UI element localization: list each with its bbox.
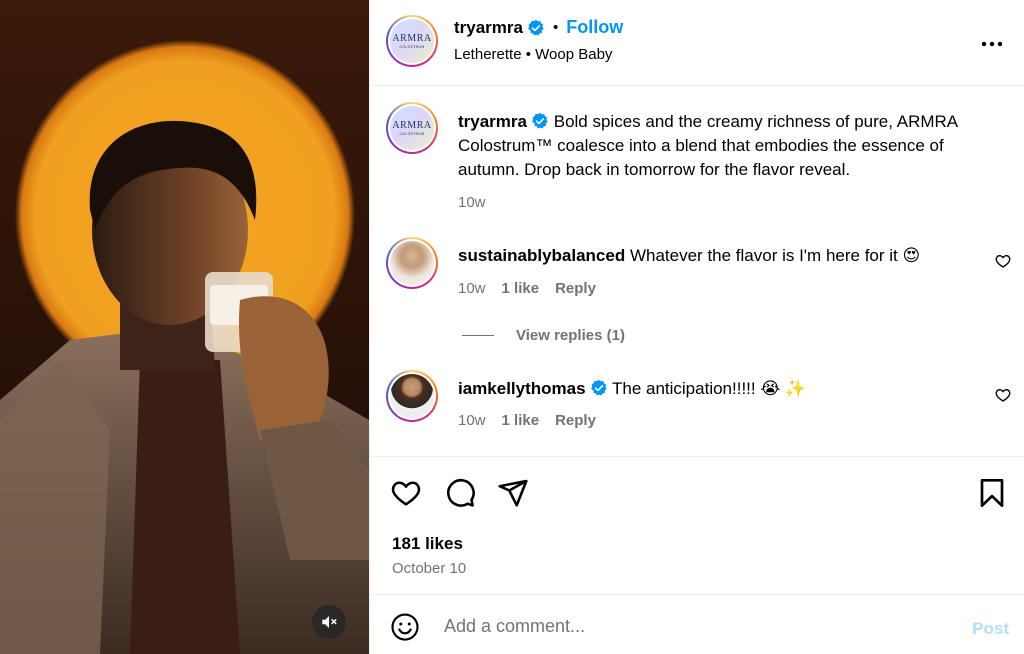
view-replies-line xyxy=(462,335,494,336)
like-count[interactable]: 181 likes xyxy=(392,534,463,554)
save-button[interactable] xyxy=(976,477,1008,513)
comment-text: Whatever the flavor is I'm here for it 😍 xyxy=(629,246,921,265)
comment-username[interactable]: sustainablybalanced xyxy=(458,246,625,265)
save-icon xyxy=(980,479,1004,507)
header-separator: • xyxy=(553,19,559,36)
emoji-button[interactable] xyxy=(390,612,420,646)
like-comment-button[interactable] xyxy=(995,387,1011,407)
caption-username[interactable]: tryarmra xyxy=(458,112,527,131)
verified-badge-icon xyxy=(532,112,548,129)
share-icon xyxy=(498,479,528,507)
post-comment-button[interactable]: Post xyxy=(972,619,1009,639)
comment-age[interactable]: 10w xyxy=(458,412,486,429)
post-date[interactable]: October 10 xyxy=(392,560,466,577)
post-header: ARMRA COLOSTRUM tryarmra • Follow Lether… xyxy=(370,0,1024,86)
avatar-logo-subtext: COLOSTRUM xyxy=(399,44,425,49)
commenter-avatar[interactable] xyxy=(386,237,438,289)
comment-reply-button[interactable]: Reply xyxy=(555,280,596,297)
like-button[interactable] xyxy=(390,477,422,513)
comment-icon xyxy=(447,479,475,507)
post-dialog: ARMRA COLOSTRUM tryarmra • Follow Lether… xyxy=(0,0,1024,654)
share-button[interactable] xyxy=(497,477,529,513)
comment-likes[interactable]: 1 like xyxy=(502,412,540,429)
verified-badge-icon xyxy=(590,379,607,396)
comment-username[interactable]: iamkellythomas xyxy=(458,379,586,398)
comment-input[interactable] xyxy=(444,613,944,639)
comment-button[interactable] xyxy=(444,477,476,513)
comment-age[interactable]: 10w xyxy=(458,280,486,297)
avatar-logo-text: ARMRA xyxy=(392,32,432,44)
person-drinking-image xyxy=(0,120,369,654)
mute-icon xyxy=(322,616,337,628)
commenter-avatar[interactable] xyxy=(386,370,438,422)
comment-likes[interactable]: 1 like xyxy=(502,280,540,297)
caption-meta: 10w xyxy=(458,194,486,211)
comment-meta: 10w 1 like Reply xyxy=(458,412,596,429)
author-avatar[interactable]: ARMRA COLOSTRUM xyxy=(386,15,438,67)
author-username[interactable]: tryarmra xyxy=(454,18,523,38)
comments-section[interactable]: ARMRA COLOSTRUM tryarmra Bold spices and… xyxy=(370,87,1024,456)
more-options-button[interactable] xyxy=(981,34,1003,51)
heart-icon xyxy=(391,481,421,506)
caption-avatar-logo-text: ARMRA xyxy=(392,119,432,131)
heart-icon xyxy=(995,388,1011,402)
comment-reply-button[interactable]: Reply xyxy=(555,412,596,429)
post-side-panel: ARMRA COLOSTRUM tryarmra • Follow Lether… xyxy=(369,0,1024,654)
audio-attribution[interactable]: Letherette • Woop Baby xyxy=(454,46,612,63)
comment-row: sustainablybalanced Whatever the flavor … xyxy=(370,237,1024,317)
caption-age[interactable]: 10w xyxy=(458,194,486,211)
caption-author-avatar[interactable]: ARMRA COLOSTRUM xyxy=(386,102,438,154)
heart-icon xyxy=(995,254,1011,268)
comment-text: The anticipation!!!!! 😭 ✨ xyxy=(611,379,807,398)
mute-button[interactable] xyxy=(312,605,346,639)
post-actions: 181 likes October 10 xyxy=(370,456,1024,594)
comment-text-block: iamkellythomas The anticipation!!!!! 😭 ✨ xyxy=(458,377,998,401)
more-options-icon xyxy=(981,41,1003,47)
post-media[interactable] xyxy=(0,0,369,654)
comment-meta: 10w 1 like Reply xyxy=(458,280,596,297)
caption-avatar-logo-subtext: COLOSTRUM xyxy=(399,131,425,136)
like-comment-button[interactable] xyxy=(995,253,1011,273)
view-replies-button[interactable]: View replies (1) xyxy=(462,327,625,344)
view-replies-label: View replies (1) xyxy=(516,327,625,344)
comment-text-block: sustainablybalanced Whatever the flavor … xyxy=(458,244,998,268)
emoji-icon xyxy=(391,613,419,641)
follow-button[interactable]: Follow xyxy=(566,17,623,38)
comment-composer: Post xyxy=(370,594,1024,654)
comment-row: iamkellythomas The anticipation!!!!! 😭 ✨… xyxy=(370,370,1024,450)
caption-text-block: tryarmra Bold spices and the creamy rich… xyxy=(458,110,998,182)
verified-badge-icon xyxy=(528,19,544,35)
caption-row: ARMRA COLOSTRUM tryarmra Bold spices and… xyxy=(370,102,1024,212)
